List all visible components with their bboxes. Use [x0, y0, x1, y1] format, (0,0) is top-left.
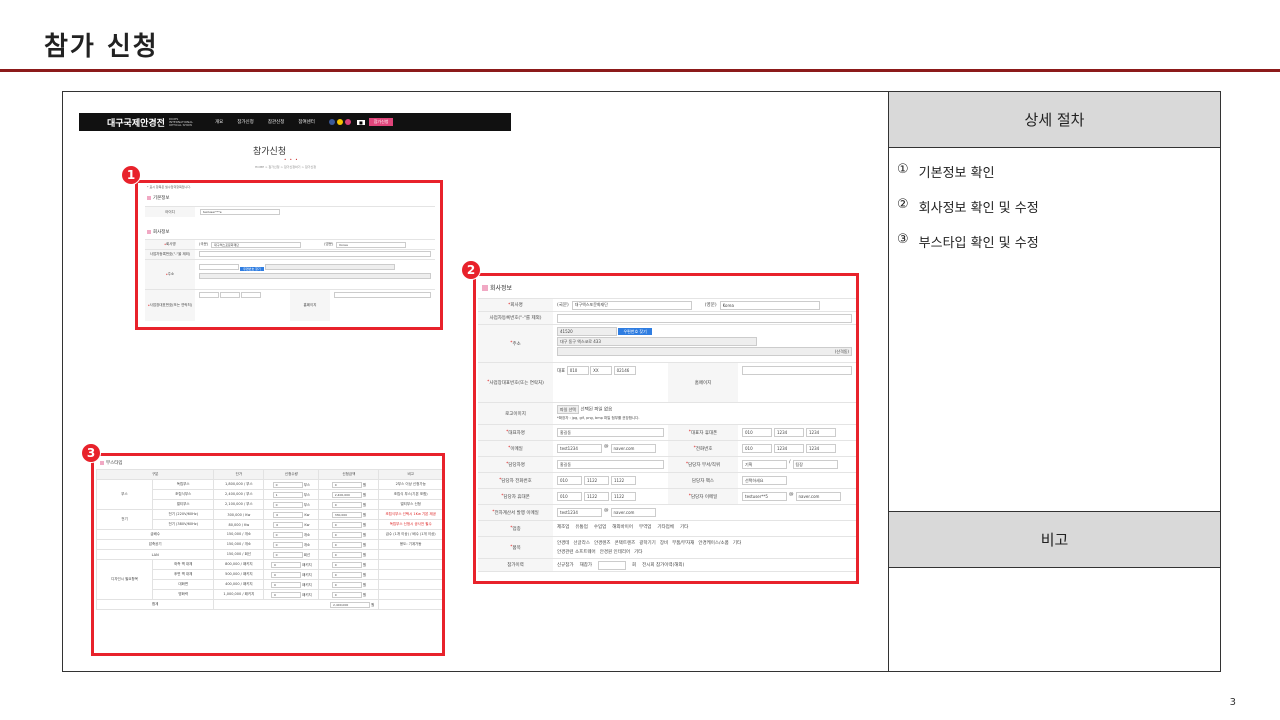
page-heading: 참가신청 [253, 147, 287, 157]
step-number: ③ [897, 232, 909, 247]
step-number: ② [897, 197, 909, 212]
step-text: 부스타입 확인 및 수정 [918, 236, 1039, 251]
site-header: 대구국제안경전 DIOPS INTERNATIONAL OPTICAL SHOW… [79, 113, 511, 131]
procedure-list: ① 기본정보 확인 ② 회사정보 확인 및 수정 ③ 부스타입 확인 및 수정 [889, 148, 1220, 512]
procedure-header: 상세 절차 [889, 92, 1220, 148]
site-logo[interactable]: 대구국제안경전 [107, 116, 165, 129]
slide-title: 참가 신청 [44, 32, 159, 62]
nav-item-apply[interactable]: 참가신청 [237, 119, 254, 125]
procedure-step-3: ③ 부스타입 확인 및 수정 [897, 232, 1212, 251]
step-text: 기본정보 확인 [918, 166, 995, 181]
breadcrumb: HOME > 참가신청 > 참가신청하기 > 참가신청 [255, 165, 317, 169]
site-logo-sub: DIOPS INTERNATIONAL OPTICAL SHOW [168, 116, 194, 127]
step-badge-3: 3 [81, 443, 101, 463]
screenshot-area: 대구국제안경전 DIOPS INTERNATIONAL OPTICAL SHOW… [63, 92, 889, 671]
language-flag-icon[interactable]: ■ [356, 119, 365, 125]
nav-item-center[interactable]: 참여센터 [298, 119, 315, 125]
facebook-icon[interactable] [328, 119, 335, 125]
procedure-step-2: ② 회사정보 확인 및 수정 [897, 197, 1212, 216]
highlight-box-1 [135, 180, 443, 330]
apply-cta-button[interactable]: 참가신청 [368, 118, 394, 126]
notes-header: 비고 [889, 512, 1220, 568]
side-panel: 상세 절차 ① 기본정보 확인 ② 회사정보 확인 및 수정 ③ 부스타입 확인 및 … [889, 92, 1220, 671]
highlight-box-2 [473, 273, 859, 584]
step-badge-2: 2 [461, 260, 481, 280]
instagram-icon[interactable] [344, 119, 351, 125]
highlight-box-3 [91, 453, 445, 656]
nav-item-overview[interactable]: 개요 [215, 119, 223, 125]
heading-dots: • • • [284, 157, 299, 162]
title-divider [0, 69, 1280, 72]
step-number: ① [897, 162, 909, 177]
kakao-icon[interactable] [336, 119, 343, 125]
procedure-step-1: ① 기본정보 확인 [897, 162, 1212, 181]
main-frame: 대구국제안경전 DIOPS INTERNATIONAL OPTICAL SHOW… [62, 91, 1221, 672]
step-text: 회사정보 확인 및 수정 [918, 201, 1039, 216]
page-number: 3 [1229, 697, 1236, 708]
nav-item-visit[interactable]: 참관신청 [268, 119, 285, 125]
step-badge-1: 1 [121, 165, 141, 185]
